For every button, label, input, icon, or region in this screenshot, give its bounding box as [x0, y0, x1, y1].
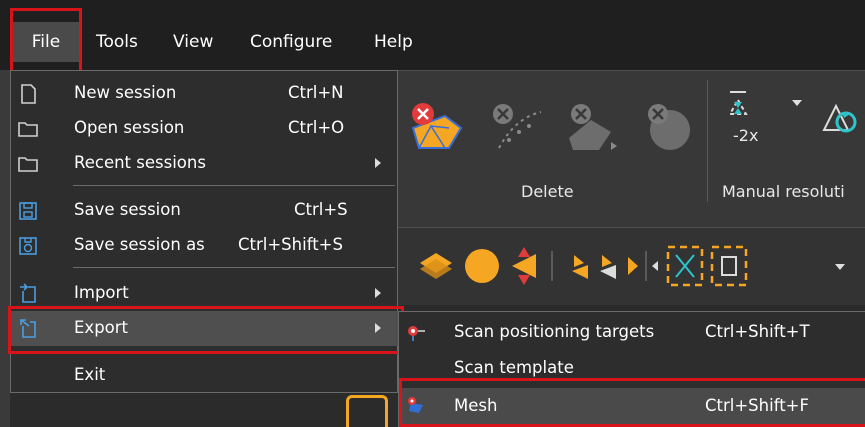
menu-item-label: Import: [74, 283, 129, 302]
submenu-arrow-icon: [375, 158, 381, 168]
menu-item-new-session[interactable]: New session Ctrl+N: [11, 76, 399, 111]
file-dropdown-menu: New session Ctrl+N Open session Ctrl+O R…: [10, 70, 399, 393]
menu-item-save-session-as[interactable]: Save session as Ctrl+Shift+S: [11, 228, 399, 263]
submenu-item-label: Scan positioning targets: [454, 322, 655, 341]
export-icon: [20, 319, 36, 338]
import-icon: [20, 283, 36, 303]
mesh-icon: [408, 397, 423, 413]
menu-separator: [73, 267, 395, 268]
delete-selection-icon[interactable]: [563, 98, 623, 156]
rotate-resolution-icon[interactable]: [822, 100, 865, 146]
menu-view[interactable]: View: [167, 22, 219, 62]
menu-item-label: Recent sessions: [74, 153, 206, 172]
menu-item-import[interactable]: Import: [11, 276, 399, 311]
left-panel-strip: [0, 70, 10, 427]
submenu-item-scan-template[interactable]: Scan template: [399, 350, 865, 386]
menu-file[interactable]: File: [10, 22, 82, 62]
delete-points-icon[interactable]: [485, 98, 545, 156]
submenu-item-shortcut: Ctrl+Shift+F: [705, 396, 810, 415]
menu-help[interactable]: Help: [368, 22, 419, 62]
menu-item-recent-sessions[interactable]: Recent sessions: [11, 146, 399, 181]
delete-sphere-icon[interactable]: [640, 98, 700, 156]
ribbon-separator: [707, 80, 708, 202]
menu-item-export[interactable]: Export: [11, 311, 399, 346]
submenu-item-label: Scan template: [454, 358, 574, 377]
delete-group-label: Delete: [521, 182, 574, 201]
export-submenu: Scan positioning targets Ctrl+Shift+T Sc…: [398, 311, 865, 427]
submenu-arrow-icon: [375, 288, 381, 298]
orange-panel-widget: [346, 395, 388, 427]
menu-separator: [73, 351, 395, 352]
menu-item-label: Exit: [74, 365, 106, 384]
menu-item-label: Save session as: [74, 235, 205, 254]
submenu-item-label: Mesh: [454, 396, 498, 415]
menu-item-label: Open session: [74, 118, 185, 137]
view-toolbar-icons: [420, 245, 845, 287]
submenu-item-mesh[interactable]: Mesh Ctrl+Shift+F: [399, 388, 865, 424]
menu-item-exit[interactable]: Exit: [11, 358, 399, 393]
manual-resolution-label: Manual resoluti: [722, 182, 845, 201]
submenu-arrow-icon: [375, 323, 381, 333]
chevron-down-icon[interactable]: [791, 98, 803, 108]
new-file-icon: [21, 84, 36, 104]
folder-icon: [18, 157, 38, 172]
menu-item-shortcut: Ctrl+N: [288, 83, 344, 102]
menu-item-shortcut: Ctrl+Shift+S: [238, 235, 343, 254]
menu-item-label: Save session: [74, 200, 181, 219]
save-icon: [19, 202, 37, 220]
menu-item-shortcut: Ctrl+S: [294, 200, 348, 219]
menu-item-label: New session: [74, 83, 177, 102]
submenu-item-scan-positioning-targets[interactable]: Scan positioning targets Ctrl+Shift+T: [399, 314, 865, 350]
targets-icon: [408, 326, 425, 341]
menu-tools[interactable]: Tools: [90, 22, 144, 62]
menu-item-label: Export: [74, 318, 129, 337]
folder-icon: [18, 122, 38, 137]
delete-mesh-icon[interactable]: [405, 98, 465, 156]
submenu-item-shortcut: Ctrl+Shift+T: [705, 322, 810, 341]
menu-item-shortcut: Ctrl+O: [288, 118, 345, 137]
menu-item-open-session[interactable]: Open session Ctrl+O: [11, 111, 399, 146]
menu-configure[interactable]: Configure: [244, 22, 338, 62]
save-as-icon: [19, 237, 37, 255]
resolution-value: -2x: [733, 126, 759, 145]
menu-separator: [73, 185, 395, 186]
menu-item-save-session[interactable]: Save session Ctrl+S: [11, 193, 399, 228]
